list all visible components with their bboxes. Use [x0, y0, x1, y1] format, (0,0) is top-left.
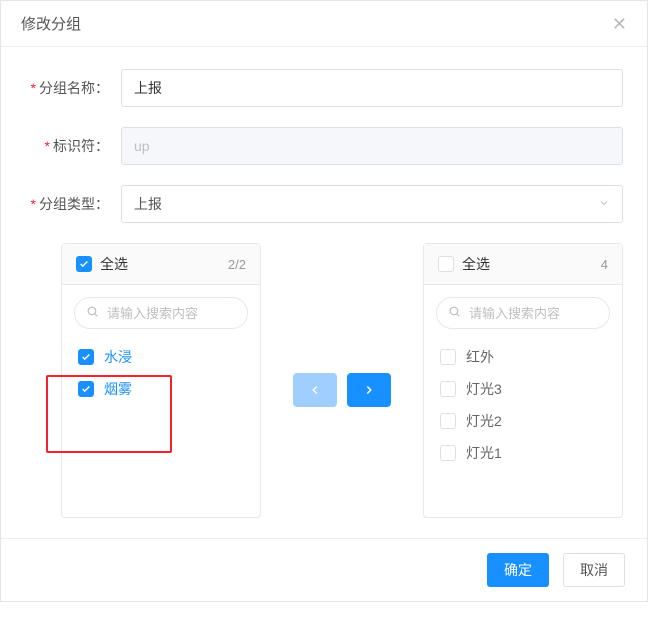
item-label: 水浸 — [104, 347, 132, 367]
close-icon[interactable]: ✕ — [612, 15, 627, 33]
group-name-label: *分组名称： — [25, 78, 121, 98]
right-select-all-checkbox[interactable] — [438, 256, 454, 272]
item-checkbox[interactable] — [440, 349, 456, 365]
cancel-button[interactable]: 取消 — [563, 553, 625, 587]
transfer: 全选 2/2 水浸烟雾 — [25, 243, 623, 518]
group-type-select[interactable]: 上报 — [121, 185, 623, 223]
right-select-all-label: 全选 — [462, 254, 490, 274]
search-icon — [448, 305, 461, 321]
item-label: 烟雾 — [104, 379, 132, 399]
group-type-value: 上报 — [134, 194, 162, 214]
modal: 修改分组 ✕ *分组名称： *标识符： *分组类型： 上报 — [0, 0, 648, 602]
search-icon — [86, 305, 99, 321]
item-label: 灯光2 — [466, 411, 502, 431]
move-left-button[interactable] — [293, 373, 337, 407]
ok-button[interactable]: 确定 — [487, 553, 549, 587]
left-select-all-checkbox[interactable] — [76, 256, 92, 272]
identifier-input — [121, 127, 623, 165]
left-panel-header: 全选 2/2 — [62, 244, 260, 285]
item-checkbox[interactable] — [78, 349, 94, 365]
list-item[interactable]: 灯光1 — [436, 437, 610, 469]
list-item[interactable]: 水浸 — [74, 341, 248, 373]
item-checkbox[interactable] — [440, 413, 456, 429]
left-count: 2/2 — [228, 257, 246, 272]
transfer-left-panel: 全选 2/2 水浸烟雾 — [61, 243, 261, 518]
chevron-down-icon — [598, 196, 610, 212]
form-row-group-name: *分组名称： — [25, 69, 623, 107]
identifier-label: *标识符： — [25, 136, 121, 156]
right-panel-header: 全选 4 — [424, 244, 622, 285]
transfer-ops — [293, 243, 391, 407]
modal-title: 修改分组 — [21, 13, 81, 34]
right-panel-body: 红外灯光3 灯光2 灯光1 — [424, 285, 622, 517]
left-panel-body: 水浸烟雾 — [62, 285, 260, 517]
item-label: 灯光3 — [466, 379, 502, 399]
list-item[interactable]: 灯光3 — [436, 373, 610, 405]
left-search-input[interactable] — [74, 297, 248, 329]
group-type-label: *分组类型： — [25, 194, 121, 214]
modal-body: *分组名称： *标识符： *分组类型： 上报 — [1, 47, 647, 538]
form-row-group-type: *分组类型： 上报 — [25, 185, 623, 223]
left-select-all-label: 全选 — [100, 254, 128, 274]
form-row-identifier: *标识符： — [25, 127, 623, 165]
modal-footer: 确定 取消 — [1, 538, 647, 601]
item-checkbox[interactable] — [440, 381, 456, 397]
item-label: 红外 — [466, 347, 494, 367]
move-right-button[interactable] — [347, 373, 391, 407]
list-item[interactable]: 红外 — [436, 341, 610, 373]
left-item-list: 水浸烟雾 — [74, 341, 248, 405]
item-label: 灯光1 — [466, 443, 502, 463]
item-checkbox[interactable] — [440, 445, 456, 461]
right-count: 4 — [601, 257, 608, 272]
transfer-right-panel: 全选 4 红外灯光3 灯光2 灯光1 — [423, 243, 623, 518]
right-search-input[interactable] — [436, 297, 610, 329]
list-item[interactable]: 灯光2 — [436, 405, 610, 437]
list-item[interactable]: 烟雾 — [74, 373, 248, 405]
group-name-input[interactable] — [121, 69, 623, 107]
right-item-list: 红外灯光3 灯光2 灯光1 — [436, 341, 610, 469]
modal-header: 修改分组 ✕ — [1, 1, 647, 47]
item-checkbox[interactable] — [78, 381, 94, 397]
